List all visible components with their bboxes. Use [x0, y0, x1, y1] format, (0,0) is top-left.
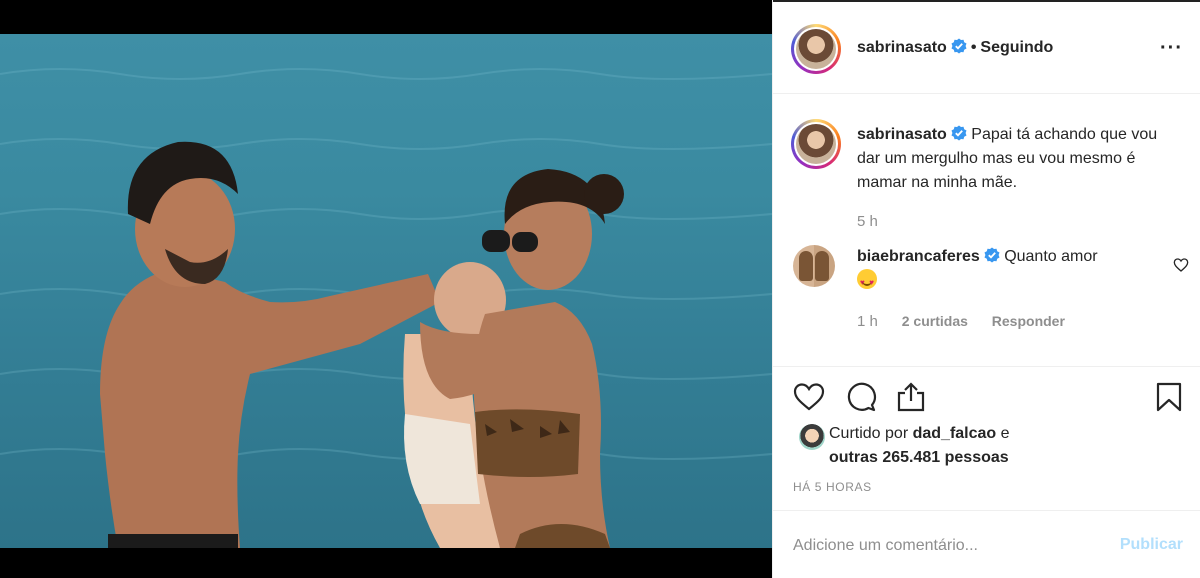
following-status[interactable]: Seguindo [980, 39, 1053, 56]
liked-by-text: Curtido por dad_falcao e outras 265.481 … [829, 425, 1010, 466]
add-comment-bar: Publicar [773, 510, 1200, 578]
author-avatar[interactable] [791, 24, 841, 74]
liker-avatar[interactable] [799, 424, 825, 450]
comment-timestamp: 1 h [857, 313, 878, 330]
bookmark-icon[interactable] [1153, 381, 1185, 413]
comment-likes-link[interactable]: 2 curtidas [902, 313, 968, 329]
commenter-avatar[interactable] [793, 245, 835, 287]
caption-author-avatar[interactable] [791, 119, 841, 169]
comment-bubble-icon[interactable] [845, 381, 877, 413]
header-line: sabrinasato • Seguindo [857, 38, 1053, 57]
reply-button[interactable]: Responder [992, 313, 1065, 329]
author-username[interactable]: sabrinasato [857, 39, 947, 56]
likes-count-link[interactable]: outras 265.481 pessoas [829, 449, 1009, 466]
caption-author-avatar-image [796, 124, 836, 164]
beach-photo-illustration [0, 68, 772, 548]
share-icon[interactable] [895, 381, 927, 413]
comments-section: sabrinasato Papai tá achando que vou dar… [773, 95, 1200, 365]
commenter-username[interactable]: biaebrancaferes [857, 248, 980, 265]
caption-author-username[interactable]: sabrinasato [857, 126, 947, 143]
comment-input[interactable] [793, 533, 1083, 559]
publish-button[interactable]: Publicar [1120, 536, 1183, 554]
comment-text: Quanto amor [1004, 248, 1098, 265]
post-timestamp: HÁ 5 HORAS [793, 480, 872, 494]
comment-meta: 1 h 2 curtidas Responder [857, 313, 1065, 330]
post-caption: sabrinasato Papai tá achando que vou dar… [857, 123, 1177, 195]
verified-badge-icon [984, 247, 1000, 263]
comment-item: biaebrancaferes Quanto amor [857, 245, 1157, 295]
instagram-post-viewer: sabrinasato • Seguindo ··· sabrinasato Pap… [0, 0, 1200, 578]
liker-username[interactable]: dad_falcao [913, 425, 997, 442]
caption-timestamp: 5 h [857, 213, 878, 230]
post-header: sabrinasato • Seguindo ··· [773, 2, 1200, 94]
more-options-icon[interactable]: ··· [1160, 38, 1183, 58]
verified-badge-icon [951, 125, 967, 141]
author-avatar-image [796, 29, 836, 69]
separator-dot: • [970, 39, 977, 56]
heart-eyes-emoji-icon [857, 269, 877, 295]
photo-area [0, 0, 772, 578]
verified-badge-icon [951, 38, 967, 54]
post-details-panel: sabrinasato • Seguindo ··· sabrinasato Pap… [772, 0, 1200, 578]
post-photo[interactable] [0, 34, 772, 548]
comment-like-heart-icon[interactable] [1173, 257, 1189, 273]
heart-icon[interactable] [793, 381, 825, 413]
action-bar [773, 366, 1200, 426]
